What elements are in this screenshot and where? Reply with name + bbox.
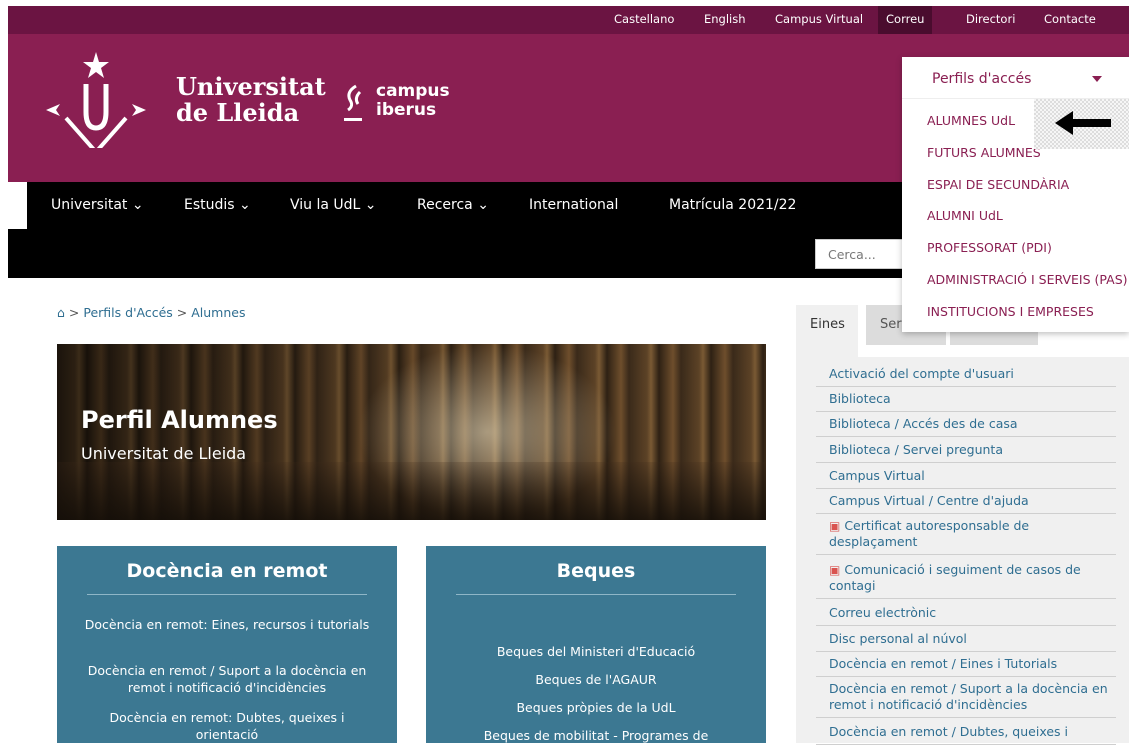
dropdown-toggle[interactable]: Perfils d'accés bbox=[902, 57, 1129, 99]
card-title: Beques bbox=[556, 560, 636, 582]
dropdown-item-secundaria[interactable]: ESPAI DE SECUNDÀRIA bbox=[927, 177, 1069, 192]
card-divider bbox=[87, 594, 367, 595]
card-link[interactable]: Docència en remot: Dubtes, queixes i ori… bbox=[77, 709, 377, 743]
link-campus-virtual[interactable]: Campus Virtual bbox=[775, 6, 863, 34]
card-link[interactable]: Docència en remot / Suport a la docència… bbox=[77, 662, 377, 696]
sidebar-link[interactable]: Campus Virtual / Centre d'ajuda bbox=[816, 493, 1116, 514]
nav-recerca[interactable]: Recerca ⌄ bbox=[417, 182, 489, 229]
search-input[interactable]: Cerca... bbox=[815, 239, 905, 269]
sidebar-link[interactable]: Correu electrònic bbox=[816, 605, 1116, 626]
sidebar-link-pdf[interactable]: ▣ Certificat autoresponsable de desplaça… bbox=[816, 518, 1116, 555]
nav-international[interactable]: International bbox=[529, 182, 618, 229]
sidebar-link[interactable]: Disc personal al núvol bbox=[816, 631, 1116, 652]
sidebar-link[interactable]: Activació del compte d'usuari bbox=[816, 366, 1116, 387]
hero-floor bbox=[57, 462, 766, 520]
university-logo-icon[interactable] bbox=[42, 48, 152, 148]
card-link[interactable]: Beques pròpies de la UdL bbox=[446, 699, 746, 716]
card-link[interactable]: Beques de mobilitat - Programes de bbox=[446, 727, 746, 743]
card-divider bbox=[456, 594, 736, 595]
campus-iberus-text-line1: campus bbox=[376, 81, 450, 101]
sidebar-link[interactable]: Docència en remot / Suport a la docència… bbox=[816, 681, 1116, 718]
tab-eines[interactable]: Eines bbox=[796, 305, 858, 357]
dropdown-item-futurs[interactable]: FUTURS ALUMNES bbox=[927, 145, 1041, 160]
breadcrumb-alumnes[interactable]: Alumnes bbox=[191, 305, 245, 320]
arrow-left-icon bbox=[1055, 111, 1111, 135]
pdf-icon: ▣ bbox=[829, 519, 841, 533]
sidebar-link[interactable]: Docència en remot / Eines i Tutorials bbox=[816, 656, 1116, 677]
link-correu[interactable]: Correu bbox=[878, 6, 933, 34]
dropdown-item-institucions[interactable]: INSTITUCIONS I EMPRESES bbox=[927, 304, 1094, 319]
campus-iberus-icon bbox=[344, 84, 362, 121]
nav-universitat[interactable]: Universitat ⌄ bbox=[51, 182, 144, 229]
nav-viu-la-udl[interactable]: Viu la UdL ⌄ bbox=[290, 182, 377, 229]
dropdown-item-pas[interactable]: ADMINISTRACIÓ I SERVEIS (PAS) bbox=[927, 272, 1128, 287]
sidebar-link[interactable]: Biblioteca / Accés des de casa bbox=[816, 416, 1116, 437]
card-beques: Beques Beques del Ministeri d'Educació B… bbox=[426, 546, 766, 743]
breadcrumb: ⌂ > Perfils d'Accés > Alumnes bbox=[57, 305, 246, 320]
hero-title: Perfil Alumnes bbox=[81, 406, 278, 434]
hero-banner: Perfil Alumnes Universitat de Lleida bbox=[57, 344, 766, 520]
logo-text-line1: Universitat bbox=[176, 72, 326, 101]
sidebar-link-pdf[interactable]: ▣ Comunicació i seguiment de casos de co… bbox=[816, 562, 1116, 599]
sidebar-link[interactable]: Biblioteca bbox=[816, 391, 1116, 412]
utility-bar: Castellano English Campus Virtual Correu… bbox=[8, 6, 1129, 34]
caret-down-icon bbox=[1092, 76, 1102, 82]
nav-matricula[interactable]: Matrícula 2021/22 bbox=[669, 182, 796, 229]
pdf-icon: ▣ bbox=[829, 563, 841, 577]
card-link[interactable]: Beques de l'AGAUR bbox=[446, 671, 746, 688]
breadcrumb-perfils[interactable]: Perfils d'Accés bbox=[83, 305, 172, 320]
card-title: Docència en remot bbox=[126, 560, 328, 582]
card-link[interactable]: Docència en remot: Eines, recursos i tut… bbox=[77, 616, 377, 633]
link-contacte[interactable]: Contacte bbox=[1044, 6, 1096, 34]
card-docencia-remot: Docència en remot Docència en remot: Ein… bbox=[57, 546, 397, 743]
card-link[interactable]: Beques del Ministeri d'Educació bbox=[446, 643, 746, 660]
home-icon[interactable]: ⌂ bbox=[57, 305, 65, 320]
sidebar-link[interactable]: Docència en remot / Dubtes, queixes i bbox=[816, 724, 1116, 745]
campus-iberus-text-line2: iberus bbox=[376, 100, 437, 120]
dropdown-item-pdi[interactable]: PROFESSORAT (PDI) bbox=[927, 240, 1052, 255]
hero-subtitle: Universitat de Lleida bbox=[81, 444, 247, 463]
link-directori[interactable]: Directori bbox=[966, 6, 1015, 34]
sidebar-link[interactable]: Biblioteca / Servei pregunta bbox=[816, 442, 1116, 463]
logo-text-line2: de Lleida bbox=[176, 98, 300, 127]
nav-estudis[interactable]: Estudis ⌄ bbox=[184, 182, 251, 229]
dropdown-title: Perfils d'accés bbox=[932, 71, 1032, 87]
dropdown-item-alumni[interactable]: ALUMNI UdL bbox=[927, 208, 1003, 223]
dropdown-item-alumnes[interactable]: ALUMNES UdL bbox=[927, 113, 1015, 128]
link-castellano[interactable]: Castellano bbox=[614, 6, 674, 34]
sidebar-link[interactable]: Campus Virtual bbox=[816, 468, 1116, 489]
link-english[interactable]: English bbox=[704, 6, 746, 34]
